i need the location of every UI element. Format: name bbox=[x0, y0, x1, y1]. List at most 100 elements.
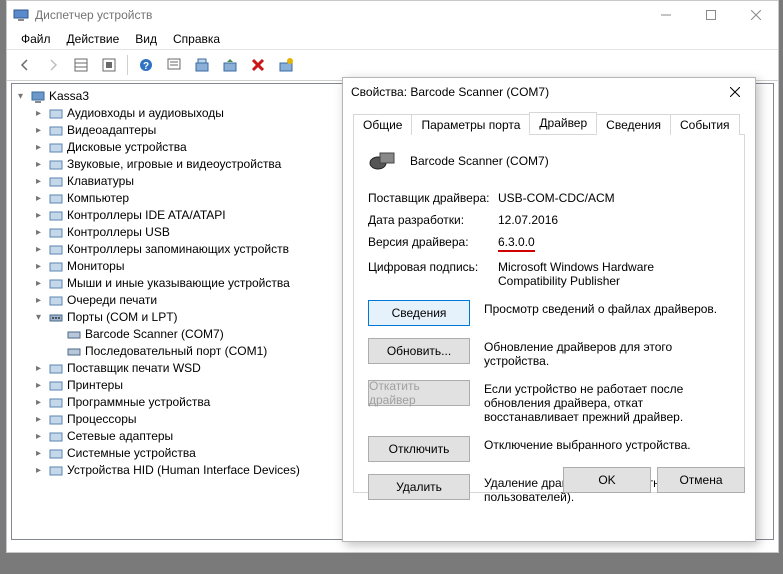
tree-category-label: Очереди печати bbox=[67, 292, 157, 309]
category-icon bbox=[48, 412, 64, 428]
category-icon bbox=[48, 157, 64, 173]
menu-help[interactable]: Справка bbox=[165, 30, 228, 48]
dialog-close-button[interactable] bbox=[723, 80, 747, 104]
computer-icon bbox=[30, 89, 46, 105]
titlebar: Диспетчер устройств bbox=[7, 1, 778, 29]
expand-icon[interactable]: ▸ bbox=[32, 428, 45, 445]
devmgr-icon bbox=[13, 7, 29, 23]
device-manager-window: Диспетчер устройств Файл Действие Вид Сп… bbox=[6, 0, 779, 553]
expand-icon[interactable]: ▸ bbox=[32, 445, 45, 462]
tabstrip: Общие Параметры порта Драйвер Сведения С… bbox=[353, 112, 745, 135]
tree-category-label: Сетевые адаптеры bbox=[67, 428, 173, 445]
tree-category-label: Поставщик печати WSD bbox=[67, 360, 201, 377]
tree-category-label: Контроллеры запоминающих устройств bbox=[67, 241, 289, 258]
device-name: Barcode Scanner (COM7) bbox=[410, 154, 549, 168]
expand-icon[interactable]: ▸ bbox=[32, 462, 45, 479]
expand-icon[interactable]: ▸ bbox=[32, 258, 45, 275]
tree-category-label: Мониторы bbox=[67, 258, 124, 275]
category-icon bbox=[48, 140, 64, 156]
toolbar-uninstall-icon[interactable] bbox=[274, 53, 298, 77]
category-icon bbox=[48, 259, 64, 275]
expand-icon[interactable]: ▸ bbox=[32, 241, 45, 258]
expand-icon[interactable]: ▸ bbox=[32, 275, 45, 292]
collapse-icon[interactable]: ▾ bbox=[14, 88, 27, 105]
category-icon bbox=[48, 123, 64, 139]
menu-action[interactable]: Действие bbox=[59, 30, 128, 48]
toolbar-showall-icon[interactable] bbox=[69, 53, 93, 77]
expand-icon[interactable]: ▸ bbox=[32, 292, 45, 309]
expand-icon[interactable]: ▸ bbox=[32, 377, 45, 394]
update-driver-button[interactable]: Обновить... bbox=[368, 338, 470, 364]
expand-icon[interactable]: ▸ bbox=[32, 224, 45, 241]
label-version: Версия драйвера: bbox=[368, 235, 498, 252]
menu-file[interactable]: Файл bbox=[13, 30, 59, 48]
uninstall-button[interactable]: Удалить bbox=[368, 474, 470, 500]
tab-general[interactable]: Общие bbox=[353, 114, 412, 135]
toolbar-scan-icon[interactable] bbox=[190, 53, 214, 77]
tree-category-label: Принтеры bbox=[67, 377, 123, 394]
category-icon bbox=[48, 378, 64, 394]
tab-driver[interactable]: Драйвер bbox=[529, 112, 597, 134]
ok-button[interactable]: OK bbox=[563, 467, 651, 493]
toolbar-back-icon[interactable] bbox=[13, 53, 37, 77]
menubar: Файл Действие Вид Справка bbox=[7, 29, 778, 49]
tab-events[interactable]: События bbox=[670, 114, 740, 135]
tab-port-settings[interactable]: Параметры порта bbox=[411, 114, 530, 135]
expand-icon[interactable]: ▸ bbox=[32, 411, 45, 428]
expand-icon[interactable]: ▸ bbox=[32, 156, 45, 173]
category-icon bbox=[48, 276, 64, 292]
tree-category-label: Контроллеры IDE ATA/ATAPI bbox=[67, 207, 226, 224]
expand-icon[interactable]: ▸ bbox=[32, 139, 45, 156]
dialog-footer: OK Отмена bbox=[563, 467, 745, 493]
expand-icon[interactable]: ▸ bbox=[32, 105, 45, 122]
category-icon bbox=[48, 310, 64, 326]
expand-icon[interactable]: ▸ bbox=[32, 122, 45, 139]
tab-page-driver: Barcode Scanner (COM7) Поставщик драйвер… bbox=[353, 135, 745, 493]
expand-icon[interactable]: ▸ bbox=[32, 173, 45, 190]
update-driver-desc: Обновление драйверов для этого устройств… bbox=[484, 338, 730, 368]
svg-text:?: ? bbox=[143, 61, 149, 72]
rollback-driver-button[interactable]: Откатить драйвер bbox=[368, 380, 470, 406]
category-icon bbox=[48, 174, 64, 190]
toolbar-listprops-icon[interactable] bbox=[162, 53, 186, 77]
category-icon bbox=[48, 446, 64, 462]
toolbar-forward-icon[interactable] bbox=[41, 53, 65, 77]
tree-device-label: Barcode Scanner (COM7) bbox=[85, 326, 224, 343]
category-icon bbox=[48, 429, 64, 445]
expand-icon[interactable]: ▸ bbox=[32, 394, 45, 411]
value-signature: Microsoft Windows Hardware Compatibility… bbox=[498, 260, 718, 288]
tree-category-label: Процессоры bbox=[67, 411, 137, 428]
close-button[interactable] bbox=[733, 1, 778, 29]
rollback-driver-desc: Если устройство не работает после обновл… bbox=[484, 380, 730, 424]
category-icon bbox=[48, 191, 64, 207]
dialog-title: Свойства: Barcode Scanner (COM7) bbox=[351, 85, 723, 99]
minimize-button[interactable] bbox=[643, 1, 688, 29]
tree-category-label: Программные устройства bbox=[67, 394, 210, 411]
port-icon bbox=[66, 344, 82, 360]
toolbar-disable-icon[interactable] bbox=[246, 53, 270, 77]
tree-category-label: Звуковые, игровые и видеоустройства bbox=[67, 156, 281, 173]
category-icon bbox=[48, 463, 64, 479]
expand-icon[interactable]: ▸ bbox=[32, 190, 45, 207]
expand-icon[interactable]: ▸ bbox=[32, 360, 45, 377]
toolbar-help-icon[interactable]: ? bbox=[134, 53, 158, 77]
expand-icon[interactable]: ▸ bbox=[32, 207, 45, 224]
menu-view[interactable]: Вид bbox=[127, 30, 165, 48]
collapse-icon[interactable]: ▾ bbox=[32, 309, 45, 326]
tree-category-label: Порты (COM и LPT) bbox=[67, 309, 178, 326]
driver-details-desc: Просмотр сведений о файлах драйверов. bbox=[484, 300, 730, 316]
category-icon bbox=[48, 242, 64, 258]
cancel-button[interactable]: Отмена bbox=[657, 467, 745, 493]
tab-details[interactable]: Сведения bbox=[596, 114, 671, 135]
toolbar-properties-icon[interactable] bbox=[97, 53, 121, 77]
label-provider: Поставщик драйвера: bbox=[368, 191, 498, 205]
tree-category-label: Контроллеры USB bbox=[67, 224, 170, 241]
disable-button[interactable]: Отключить bbox=[368, 436, 470, 462]
maximize-button[interactable] bbox=[688, 1, 733, 29]
tree-category-label: Аудиовходы и аудиовыходы bbox=[67, 105, 224, 122]
tree-category-label: Системные устройства bbox=[67, 445, 196, 462]
toolbar-update-icon[interactable] bbox=[218, 53, 242, 77]
category-icon bbox=[48, 208, 64, 224]
driver-details-button[interactable]: Сведения bbox=[368, 300, 470, 326]
tree-device-label: Последовательный порт (COM1) bbox=[85, 343, 267, 360]
